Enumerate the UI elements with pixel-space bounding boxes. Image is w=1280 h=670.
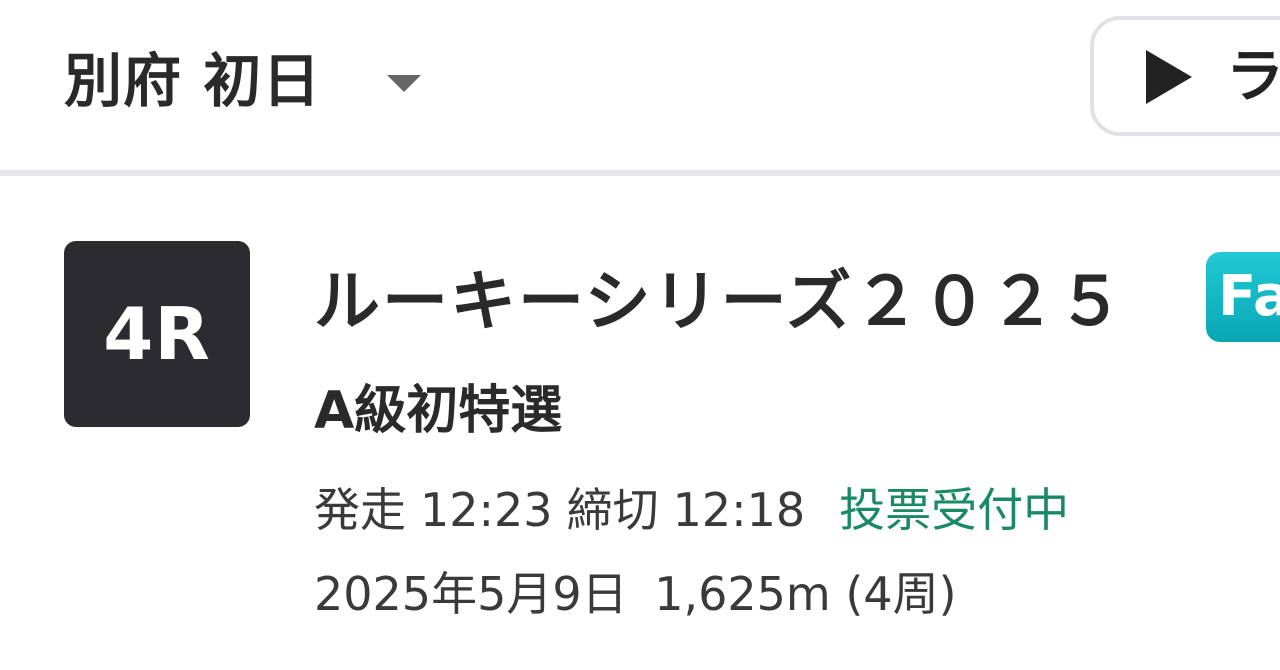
play-icon (1146, 50, 1192, 104)
race-times: 発走 12:23 締切 12:18 投票受付中 (314, 478, 1069, 542)
venue-title: 別府 初日 (64, 47, 322, 115)
caret-down-icon (387, 74, 422, 92)
live-button-label: ラ (1226, 42, 1280, 110)
start-time: 12:23 (420, 483, 553, 537)
race-distance: 1,625m (4周) (654, 567, 957, 621)
deadline-time: 12:18 (672, 483, 806, 537)
race-date: 2025年5月9日 (314, 567, 628, 621)
race-type-badge: Fa (1206, 252, 1280, 342)
race-title: ルーキーシリーズ２０２５ (314, 263, 1126, 340)
live-play-button[interactable]: ラ (1090, 16, 1280, 136)
race-class: A級初特選 (314, 381, 563, 441)
race-date-distance: 2025年5月9日 1,625m (4周) (314, 562, 957, 626)
race-number-badge: 4R (64, 241, 250, 427)
header-bar: 別府 初日 ラ (0, 0, 1280, 176)
betting-status: 投票受付中 (839, 483, 1070, 537)
venue-day-selector[interactable]: 別府 初日 (64, 46, 422, 116)
deadline-label: 締切 (566, 483, 659, 537)
start-label: 発走 (314, 483, 406, 537)
